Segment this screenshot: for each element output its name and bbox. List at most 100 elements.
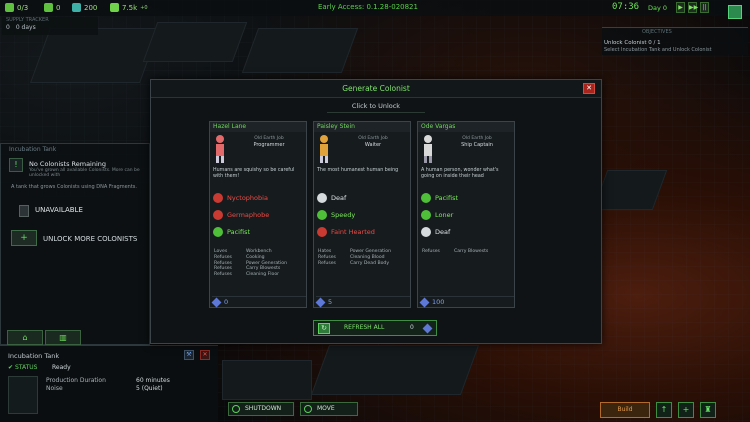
colonist-quote: The most humanest human being bbox=[317, 168, 399, 173]
pref-kind: Refuses bbox=[318, 260, 336, 266]
close-button[interactable]: ✕ bbox=[583, 83, 595, 94]
status-label-text: STATUS bbox=[14, 364, 38, 371]
add-icon[interactable]: + bbox=[678, 402, 694, 418]
crate-icon bbox=[44, 3, 53, 12]
build-button[interactable]: Build bbox=[600, 402, 650, 418]
credit-value: 200 bbox=[84, 3, 98, 12]
panel-title: Incubation Tank bbox=[9, 146, 57, 153]
day-counter: Day 0 bbox=[648, 4, 668, 12]
cost-value: 5 bbox=[328, 298, 333, 306]
click-to-unlock-hint: Click to Unlock bbox=[327, 101, 425, 113]
refresh-all-button[interactable]: ↻ REFRESH ALL 0 bbox=[313, 320, 437, 336]
trait-row: Pacifist bbox=[421, 192, 458, 204]
pref-kind: Refuses bbox=[214, 272, 232, 278]
crate-value: 0 bbox=[56, 3, 61, 12]
job-title: Waiter bbox=[364, 142, 382, 148]
selection-title: Incubation Tank bbox=[8, 352, 60, 360]
energy-delta: +0 bbox=[140, 4, 148, 11]
colonist-icon bbox=[5, 3, 14, 12]
colonist-quote: A human person, wonder what's going on i… bbox=[421, 168, 499, 179]
pref-task: Carry Blowests bbox=[454, 249, 489, 254]
flower-icon bbox=[421, 193, 431, 203]
heart-icon bbox=[317, 227, 327, 237]
refresh-icon: ↻ bbox=[318, 323, 330, 334]
pref-task: Cleaning Floor bbox=[246, 272, 280, 278]
unlock-cost: 0 bbox=[211, 296, 306, 308]
noise-label: Noise bbox=[46, 385, 63, 392]
speed-icon bbox=[317, 210, 327, 220]
move-button[interactable]: MOVE bbox=[300, 402, 358, 416]
shutdown-button[interactable]: SHUTDOWN bbox=[228, 402, 294, 416]
germ-icon bbox=[213, 210, 223, 220]
trait-name: Pacifist bbox=[435, 194, 459, 202]
objective-description: Select Incubation Tank and Unlock Coloni… bbox=[604, 47, 712, 53]
credit-icon bbox=[72, 3, 81, 12]
tank-thumbnail bbox=[8, 376, 38, 414]
deconstruct-icon[interactable]: ✕ bbox=[200, 350, 210, 360]
warning-icon: ! bbox=[9, 158, 23, 172]
tank-description: A tank that grows Colonists using DNA Fr… bbox=[11, 184, 137, 190]
colonist-card[interactable]: Hazel Lane Old Earth Job Programmer Huma… bbox=[209, 121, 307, 308]
move-label: MOVE bbox=[317, 405, 335, 412]
colonist-portrait-icon bbox=[320, 135, 328, 163]
upgrade-icon[interactable]: ↑ bbox=[656, 402, 672, 418]
job-prefix: Old Earth Job bbox=[358, 136, 388, 141]
objectives-panel: OBJECTIVES Unlock Colonist 0 / 1 Select … bbox=[602, 27, 748, 55]
preferences-list: Hates Power Generation Refuses Cleaning Bl… bbox=[318, 249, 410, 266]
trait-row: Germaphobe bbox=[213, 209, 269, 221]
unlock-more-colonists-button[interactable]: UNLOCK MORE COLONISTS bbox=[43, 235, 137, 243]
unlock-cost: 100 bbox=[419, 296, 514, 308]
job-title: Ship Captain bbox=[461, 142, 493, 148]
cost-value: 100 bbox=[432, 298, 445, 306]
dna-icon bbox=[422, 323, 433, 334]
trait-name: Deaf bbox=[331, 194, 347, 202]
colonist-card[interactable]: Paisley Stein Old Earth Job Waiter The m… bbox=[313, 121, 411, 308]
trait-name: Nyctophobia bbox=[227, 194, 268, 202]
moon-icon bbox=[213, 193, 223, 203]
stats-tab-icon[interactable]: ▥ bbox=[45, 330, 81, 345]
top-bar: 0/3 0 200 7.5k +0 Early Access: 0.1.28-02… bbox=[0, 0, 750, 16]
rotate-icon[interactable]: ⚒ bbox=[184, 350, 194, 360]
pause-button[interactable]: || bbox=[700, 2, 709, 13]
preferences-list: Loves Workbench Refuses Cooking Refuses Pow… bbox=[214, 249, 306, 278]
unavailable-label: UNAVAILABLE bbox=[35, 206, 83, 214]
shutdown-label: SHUTDOWN bbox=[245, 405, 282, 412]
home-tab-icon[interactable]: ⌂ bbox=[7, 330, 43, 345]
energy-value: 7.5k bbox=[122, 3, 138, 12]
trait-name: Loner bbox=[435, 211, 454, 219]
job-title: Programmer bbox=[253, 142, 285, 148]
colonist-portrait-icon bbox=[216, 135, 224, 163]
unavailable-icon bbox=[19, 205, 29, 217]
refresh-label: REFRESH ALL bbox=[344, 324, 385, 331]
selection-info-panel: Incubation Tank ⚒ ✕ ✔ STATUS Ready Produ… bbox=[0, 345, 218, 422]
trait-row: Speedy bbox=[317, 209, 355, 221]
tracker-row: 0 0 days bbox=[6, 24, 36, 31]
trait-row: Deaf bbox=[317, 192, 346, 204]
play-button[interactable]: ▶ bbox=[676, 2, 685, 13]
no-colonists-subtext: You've grown all available Colonists. Mo… bbox=[29, 168, 140, 178]
production-duration-value: 60 minutes bbox=[136, 377, 170, 384]
colonist-card[interactable]: Ode Vargas Old Earth Job Ship Captain A … bbox=[417, 121, 515, 308]
unlock-colonists-icon[interactable]: + bbox=[11, 230, 37, 246]
menu-icon[interactable] bbox=[728, 5, 742, 19]
production-duration-label: Production Duration bbox=[46, 377, 106, 384]
trait-name: Faint Hearted bbox=[331, 228, 375, 236]
colonist-quote: Humans are squishy so be careful with th… bbox=[213, 168, 295, 179]
credit-count: 200 bbox=[72, 3, 97, 12]
trait-row: Faint Hearted bbox=[317, 226, 375, 238]
supply-tracker: SUPPLY TRACKER 0 0 days bbox=[2, 17, 98, 35]
colonist-name: Hazel Lane bbox=[210, 122, 306, 132]
flower-icon bbox=[213, 227, 223, 237]
trait-name: Germaphobe bbox=[227, 211, 270, 219]
energy-count: 7.5k +0 bbox=[110, 3, 148, 12]
energy-icon bbox=[110, 3, 119, 12]
move-icon bbox=[304, 405, 312, 413]
trait-name: Pacifist bbox=[227, 228, 251, 236]
structure-icon[interactable]: ♜ bbox=[700, 402, 716, 418]
dialog-title: Generate Colonist bbox=[342, 84, 410, 93]
job-prefix: Old Earth Job bbox=[254, 136, 284, 141]
crate-count: 0 bbox=[44, 3, 60, 12]
trait-row: Nyctophobia bbox=[213, 192, 268, 204]
fast-forward-button[interactable]: ▶▶ bbox=[688, 2, 698, 13]
trait-name: Speedy bbox=[331, 211, 356, 219]
